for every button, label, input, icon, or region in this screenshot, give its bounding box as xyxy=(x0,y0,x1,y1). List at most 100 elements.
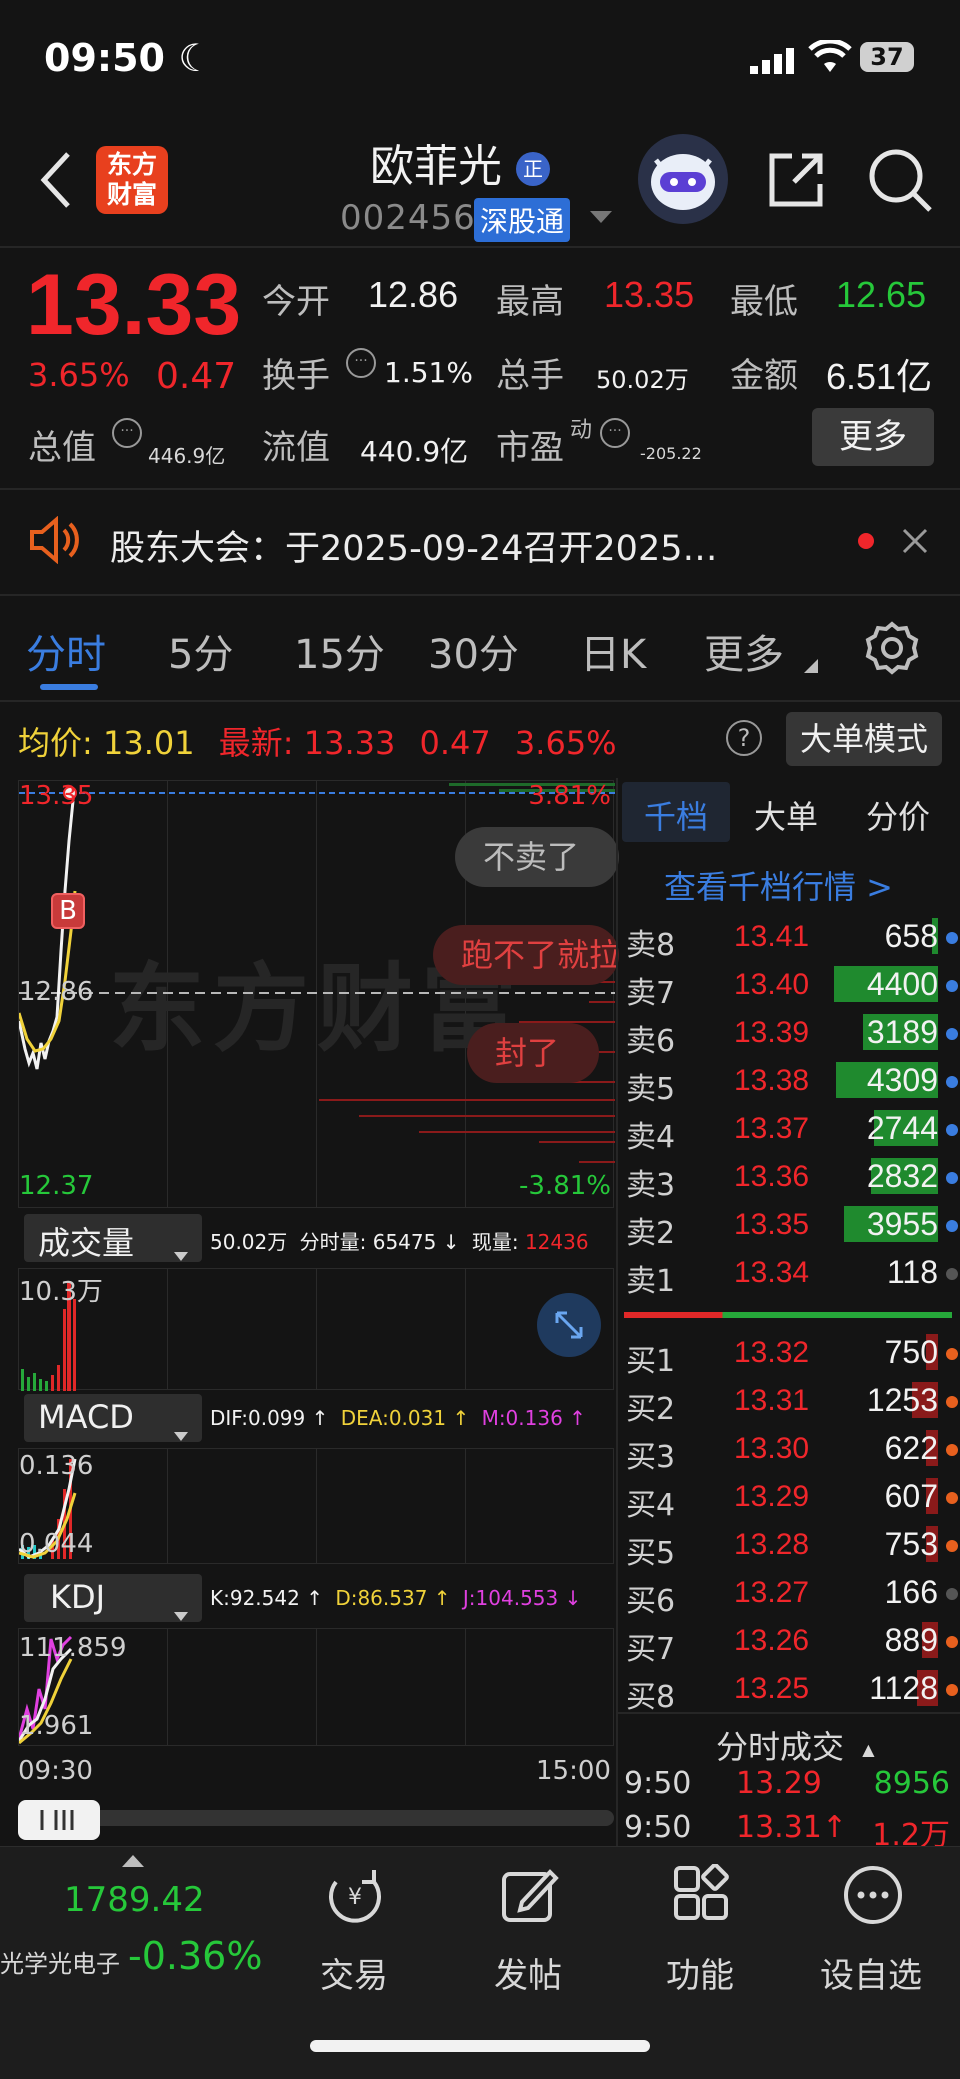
level-label: 买5 xyxy=(626,1536,676,1571)
level-volume: 4400 xyxy=(866,966,938,1002)
ask-row[interactable]: 卖1 13.34 118 xyxy=(622,1250,960,1299)
market-tag[interactable]: 深股通 xyxy=(474,198,571,242)
current-price: 13.33 xyxy=(26,257,242,353)
index-name[interactable]: 光学光电子 xyxy=(0,1944,120,1979)
volume-indicator-select[interactable]: 成交量 xyxy=(24,1214,202,1262)
level-volume: 1253 xyxy=(866,1382,938,1418)
orderbook-tab-depth[interactable]: 千档 xyxy=(644,792,708,838)
info-icon[interactable]: ··· xyxy=(346,348,376,378)
more-button[interactable]: 更多 xyxy=(812,408,934,466)
comment-bubble[interactable]: 封了 xyxy=(467,1023,599,1083)
bid-row[interactable]: 买6 13.27 166 xyxy=(622,1570,960,1619)
nav-functions[interactable]: 功能 xyxy=(666,1948,734,1997)
settings-icon[interactable] xyxy=(864,620,920,680)
post-icon[interactable] xyxy=(498,1864,560,1926)
low-value: 12.65 xyxy=(836,274,927,315)
tab-15min[interactable]: 15分 xyxy=(294,622,385,680)
index-pct[interactable]: -0.36% xyxy=(128,1934,262,1978)
index-value[interactable]: 1789.42 xyxy=(64,1880,205,1920)
big-order-mode-button[interactable]: 大单模式 xyxy=(786,712,942,766)
bid-row[interactable]: 买7 13.26 889 xyxy=(622,1618,960,1667)
bid-row[interactable]: 买1 13.32 750 xyxy=(622,1330,960,1379)
amount-value: 6.51亿 xyxy=(826,356,933,397)
trade-row: 9:50 13.31↑ 1.2万 xyxy=(624,1810,954,1853)
orderbook-tab-price[interactable]: 分价 xyxy=(866,792,930,838)
level-price: 13.40 xyxy=(734,968,810,1001)
bid-row[interactable]: 买3 13.30 622 xyxy=(622,1426,960,1475)
trade-volume: 8956 xyxy=(873,1766,950,1801)
tab-30min[interactable]: 30分 xyxy=(428,622,519,680)
expand-icon[interactable] xyxy=(537,1293,601,1357)
comment-bubble[interactable]: 跑不了就拉 xyxy=(433,925,619,985)
chart-top-pct: 3.81% xyxy=(528,781,611,811)
status-dot xyxy=(946,1220,958,1232)
avg-label: 均价: xyxy=(18,724,93,762)
share-icon[interactable] xyxy=(764,148,828,216)
level-price: 13.31 xyxy=(734,1384,810,1417)
level-label: 卖4 xyxy=(626,1120,676,1155)
ask-row[interactable]: 卖5 13.38 4309 xyxy=(622,1058,960,1107)
time-scrollbar[interactable] xyxy=(18,1810,614,1826)
view-depth-link[interactable]: 查看千档行情 > xyxy=(664,862,893,908)
ask-row[interactable]: 卖6 13.39 3189 xyxy=(622,1010,960,1059)
bid-row[interactable]: 买5 13.28 753 xyxy=(622,1522,960,1571)
tab-5min[interactable]: 5分 xyxy=(168,622,233,680)
level-volume: 607 xyxy=(884,1478,938,1514)
level-label: 买2 xyxy=(626,1392,676,1427)
dropdown-icon[interactable] xyxy=(590,210,612,229)
buy-marker[interactable]: B xyxy=(51,893,85,929)
bid-row[interactable]: 买8 13.25 1128 xyxy=(622,1666,960,1715)
info-icon[interactable]: ··· xyxy=(112,418,142,448)
comment-bubble[interactable]: 不卖了 xyxy=(455,827,619,887)
trade-icon[interactable]: ¥ xyxy=(324,1864,386,1926)
trade-price: 13.29 xyxy=(736,1766,822,1801)
trades-title[interactable]: 分时成交 ▲ xyxy=(716,1722,875,1768)
level-price: 13.27 xyxy=(734,1576,810,1609)
functions-icon[interactable] xyxy=(670,1863,732,1926)
ask-row[interactable]: 卖3 13.36 2832 xyxy=(622,1154,960,1203)
intraday-chart[interactable]: 东方财富 13.35 3.81% 12.86 12.37 -3.81% B 不卖… xyxy=(18,780,619,1208)
ask-row[interactable]: 卖8 13.41 658 xyxy=(622,914,960,963)
help-icon[interactable]: ? xyxy=(726,720,762,756)
bid-row[interactable]: 买4 13.29 607 xyxy=(622,1474,960,1523)
high-value: 13.35 xyxy=(604,274,695,315)
status-dot xyxy=(946,1396,958,1408)
home-indicator[interactable] xyxy=(310,2040,650,2052)
tab-more[interactable]: 更多 xyxy=(704,622,784,680)
level-price: 13.25 xyxy=(734,1672,810,1705)
ask-row[interactable]: 卖4 13.37 2744 xyxy=(622,1106,960,1155)
scrollbar-handle[interactable] xyxy=(18,1800,100,1840)
nav-post[interactable]: 发帖 xyxy=(494,1948,562,1997)
macd-indicator-select[interactable]: MACD xyxy=(24,1394,202,1442)
chevron-up-icon[interactable] xyxy=(122,1852,144,1871)
bid-row[interactable]: 买2 13.31 1253 xyxy=(622,1378,960,1427)
macd-bottom-label: 0.044 xyxy=(19,1529,94,1559)
close-icon[interactable] xyxy=(902,528,928,558)
volume-chart[interactable]: 10.3万 xyxy=(18,1268,614,1391)
tab-daily-k[interactable]: 日K xyxy=(580,622,646,680)
level-volume: 753 xyxy=(884,1526,938,1562)
caret-icon xyxy=(804,658,818,677)
info-icon[interactable]: ··· xyxy=(600,418,630,448)
chart-bottom-pct: -3.81% xyxy=(519,1171,611,1201)
notice-text[interactable]: 股东大会：于2025-09-24召开2025… xyxy=(110,520,717,571)
minute-volume: 65475 ↓ xyxy=(372,1230,460,1254)
orderbook-tab-big[interactable]: 大单 xyxy=(754,792,818,838)
ask-row[interactable]: 卖7 13.40 4400 xyxy=(622,962,960,1011)
tab-minute[interactable]: 分时 xyxy=(26,622,106,680)
speaker-icon[interactable] xyxy=(28,515,80,568)
status-dot xyxy=(946,1172,958,1184)
robot-avatar-icon[interactable] xyxy=(638,134,728,224)
ask-row[interactable]: 卖2 13.35 3955 xyxy=(622,1202,960,1251)
trades-title-text: 分时成交 xyxy=(716,1728,845,1766)
macd-chart[interactable]: 0.136 0.044 xyxy=(18,1448,614,1564)
level-label: 买4 xyxy=(626,1488,676,1523)
level-label: 买8 xyxy=(626,1680,676,1715)
nav-trade[interactable]: 交易 xyxy=(320,1948,388,1997)
kdj-indicator-select[interactable]: KDJ xyxy=(24,1574,202,1622)
level-volume: 2744 xyxy=(866,1110,938,1146)
kdj-chart[interactable]: 111.859 1.961 xyxy=(18,1628,614,1746)
add-watchlist-icon[interactable] xyxy=(842,1864,904,1926)
nav-set-watchlist[interactable]: 设自选 xyxy=(820,1948,922,1997)
search-icon[interactable] xyxy=(866,146,934,218)
